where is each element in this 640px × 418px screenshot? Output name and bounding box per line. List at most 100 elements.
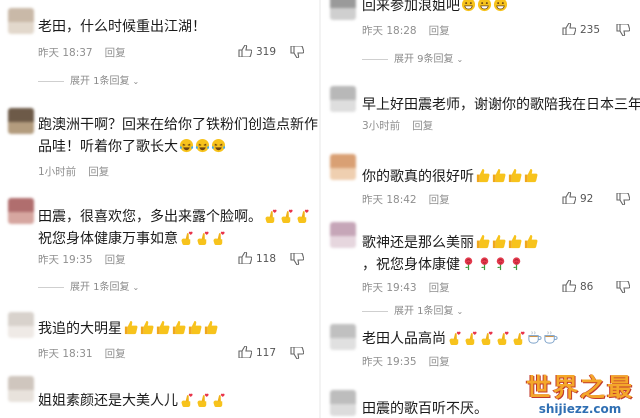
comment-meta: 昨天 19:43 回复 (362, 280, 450, 295)
comment-text: 你的歌真的很好听 (362, 166, 538, 188)
rose-emoji (477, 256, 492, 271)
reply-button[interactable]: 回复 (429, 194, 450, 206)
avatar[interactable] (330, 222, 356, 248)
comment-meta: 昨天 18:42 回复 (362, 192, 450, 207)
thumbs-up-emoji (187, 320, 202, 335)
thumbs-down-icon[interactable] (290, 253, 304, 265)
thumbs-up-emoji (203, 320, 218, 335)
like-button[interactable]: 92 (562, 192, 593, 205)
comment-meta: 1小时前 回复 (38, 164, 109, 179)
avatar[interactable] (8, 312, 34, 338)
reply-button[interactable]: 回复 (105, 348, 126, 360)
laugh-cry-emoji (195, 138, 210, 153)
like-button[interactable]: 319 (238, 45, 276, 58)
avatar[interactable] (330, 86, 356, 112)
like-button[interactable]: 117 (238, 346, 276, 359)
avatar[interactable] (330, 154, 356, 180)
thumbs-up-emoji (139, 320, 154, 335)
reply-button[interactable]: 回复 (105, 254, 126, 266)
thumbs-up-emoji (123, 320, 138, 335)
comment-item: 早上好田震老师，谢谢你的歌陪我在日本三年 3小时前 回复 (322, 78, 640, 138)
comment-meta: 昨天 18:37 回复 (38, 45, 126, 60)
tea-emoji (543, 330, 558, 345)
finger-heart-emoji (195, 230, 210, 245)
finger-heart-emoji (179, 230, 194, 245)
comment-text: 跑澳洲干啊？回来在给你了铁粉们创造点新作 (38, 117, 318, 133)
comment-text: 田震的歌百听不厌。 (362, 401, 488, 417)
watermark-logo: 世界之最 shijiezz.com (526, 374, 634, 417)
reply-button[interactable]: 回复 (429, 356, 450, 368)
finger-heart-emoji (495, 330, 510, 345)
right-comment-column: 回来参加浪姐吧 昨天 18:28 回复 235 展开 9条回复 ⌄ 早上好田震老师，… (322, 0, 640, 418)
avatar[interactable] (330, 0, 356, 20)
comment-text: 老田人品高尚 (362, 328, 558, 350)
avatar[interactable] (8, 108, 34, 134)
thumbs-up-emoji (475, 234, 490, 249)
finger-heart-emoji (279, 208, 294, 223)
avatar[interactable] (8, 8, 34, 34)
laugh-cry-emoji (179, 138, 194, 153)
thumbs-up-emoji (475, 168, 490, 183)
comment-meta: 昨天 19:35 回复 (38, 252, 126, 267)
like-button[interactable]: 118 (238, 252, 276, 265)
comment-item: 歌神还是那么美丽 ，祝您身体康健 昨天 19:43 回复 86 展开 1条回复 ⌄ (322, 214, 640, 317)
comment-text: 祝您身体健康万事如意 (38, 228, 226, 250)
emoji-row (474, 168, 538, 185)
thumbs-up-icon (238, 45, 252, 57)
comment-text: 姐姐素颜还是大美人儿 (38, 390, 226, 412)
comment-time: 1小时前 (38, 166, 77, 178)
finger-heart-emoji (463, 330, 478, 345)
expand-replies-button[interactable]: 展开 1条回复 ⌄ (362, 302, 463, 317)
comment-meta: 3小时前 回复 (362, 118, 433, 133)
thumbs-up-emoji (491, 168, 506, 183)
tea-emoji (527, 330, 542, 345)
finger-heart-emoji (263, 208, 278, 223)
thumbs-down-icon[interactable] (290, 347, 304, 359)
thumbs-up-emoji (155, 320, 170, 335)
comment-meta: 昨天 19:35 回复 (362, 354, 450, 369)
rose-emoji (493, 256, 508, 271)
emoji-row (262, 209, 310, 225)
avatar[interactable] (8, 376, 34, 402)
reply-button[interactable]: 回复 (429, 25, 450, 37)
comment-text: 回来参加浪姐吧 (362, 0, 508, 17)
expand-replies-button[interactable]: 展开 1条回复 ⌄ (38, 278, 139, 293)
finger-heart-emoji (511, 330, 526, 345)
finger-heart-emoji (195, 392, 210, 407)
reply-button[interactable]: 回复 (88, 166, 109, 178)
finger-heart-emoji (295, 208, 310, 223)
grin-emoji (477, 0, 492, 12)
emoji-row (122, 320, 218, 337)
reply-button[interactable]: 回复 (429, 282, 450, 294)
emoji-row (446, 331, 558, 347)
thumbs-up-emoji (491, 234, 506, 249)
reply-button[interactable]: 回复 (412, 120, 433, 132)
grin-emoji (461, 0, 476, 12)
finger-heart-emoji (179, 392, 194, 407)
emoji-row (460, 0, 508, 14)
comment-time: 昨天 18:28 (362, 25, 417, 37)
thumbs-down-icon[interactable] (290, 46, 304, 58)
avatar[interactable] (8, 198, 34, 224)
thumbs-down-icon[interactable] (616, 193, 630, 205)
comment-time: 3小时前 (362, 120, 401, 132)
emoji-row (178, 393, 226, 409)
emoji-row (474, 234, 538, 251)
thumbs-down-icon[interactable] (616, 281, 630, 293)
thumbs-up-icon (238, 346, 252, 358)
thumbs-down-icon[interactable] (616, 24, 630, 36)
comment-text: 我追的大明星 (38, 318, 218, 340)
comment-text: 老田，什么时候重出江湖！ (38, 19, 206, 35)
comment-item: 回来参加浪姐吧 昨天 18:28 回复 235 展开 9条回复 ⌄ (322, 0, 640, 66)
expand-replies-button[interactable]: 展开 9条回复 ⌄ (362, 50, 463, 65)
expand-replies-button[interactable]: 展开 1条回复 ⌄ (38, 72, 139, 87)
avatar[interactable] (330, 390, 356, 416)
avatar[interactable] (330, 324, 356, 350)
reply-button[interactable]: 回复 (105, 47, 126, 59)
thumbs-up-emoji (507, 168, 522, 183)
emoji-row (178, 231, 226, 247)
like-button[interactable]: 86 (562, 280, 593, 293)
comment-item: 跑澳洲干啊？回来在给你了铁粉们创造点新作 品哇！听着你了歌长大 1小时前 回复 (0, 92, 318, 184)
finger-heart-emoji (211, 392, 226, 407)
like-button[interactable]: 235 (562, 23, 600, 36)
